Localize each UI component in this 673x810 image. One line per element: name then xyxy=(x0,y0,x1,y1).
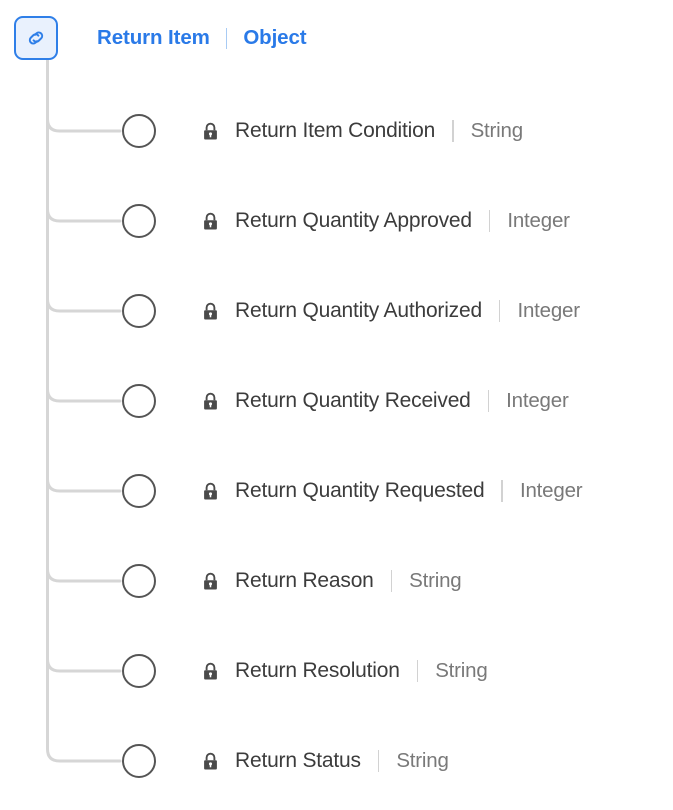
page-title[interactable]: Return Item xyxy=(97,26,210,50)
field-type: Integer xyxy=(519,479,583,502)
field-divider xyxy=(452,120,454,142)
field-label: Return Quantity Approved xyxy=(235,209,472,232)
field-divider xyxy=(488,210,491,232)
lock-icon xyxy=(202,301,219,321)
lock-icon xyxy=(202,751,219,771)
field-type: String xyxy=(409,569,462,592)
schema-tree: Return Item Object Return Item Condition… xyxy=(0,0,673,810)
root-node-header[interactable]: Return Item Object xyxy=(14,16,307,60)
field-row-body: Return Quantity Received Integer xyxy=(202,379,569,423)
field-row-body: Return Item Condition String xyxy=(202,109,523,153)
tree-branch-line xyxy=(46,567,122,583)
node-circle-icon[interactable] xyxy=(122,474,156,508)
field-divider xyxy=(390,570,393,592)
tree-branch-line xyxy=(46,747,122,763)
lock-icon xyxy=(202,481,219,501)
field-label: Return Reason xyxy=(235,569,374,592)
lock-icon xyxy=(202,121,219,141)
field-row-body: Return Resolution String xyxy=(202,649,488,693)
node-circle-icon[interactable] xyxy=(122,564,156,598)
node-circle-icon[interactable] xyxy=(122,384,156,418)
tree-branch-line xyxy=(46,477,122,493)
field-type: String xyxy=(435,659,488,682)
node-circle-icon[interactable] xyxy=(122,114,156,148)
field-row-body: Return Quantity Authorized Integer xyxy=(202,289,580,333)
field-divider xyxy=(416,660,419,682)
field-row-body: Return Status String xyxy=(202,739,449,783)
tree-branch-line xyxy=(46,117,122,133)
field-type: Integer xyxy=(506,389,569,412)
lock-icon xyxy=(202,391,219,411)
field-row-body: Return Reason String xyxy=(202,559,462,603)
node-circle-icon[interactable] xyxy=(122,744,156,778)
lock-icon xyxy=(202,571,219,591)
tree-branch-line xyxy=(46,297,122,313)
node-circle-icon[interactable] xyxy=(122,654,156,688)
header-divider xyxy=(225,27,228,49)
lock-icon xyxy=(202,661,219,681)
field-divider xyxy=(487,390,490,412)
node-circle-icon[interactable] xyxy=(122,294,156,328)
field-label: Return Quantity Received xyxy=(235,389,471,412)
field-label: Return Item Condition xyxy=(235,119,436,142)
field-label: Return Quantity Authorized xyxy=(235,299,482,322)
field-row-body: Return Quantity Approved Integer xyxy=(202,199,570,243)
field-type: String xyxy=(396,749,449,772)
field-type: String xyxy=(470,119,524,142)
tree-branch-line xyxy=(46,387,122,403)
field-divider xyxy=(501,480,503,502)
link-icon[interactable] xyxy=(14,16,58,60)
field-label: Return Quantity Requested xyxy=(235,479,485,502)
tree-branch-line xyxy=(46,207,122,223)
node-circle-icon[interactable] xyxy=(122,204,156,238)
field-type: Integer xyxy=(507,209,570,232)
root-node-kind[interactable]: Object xyxy=(243,26,306,50)
field-divider xyxy=(377,750,380,772)
tree-branch-line xyxy=(46,657,122,673)
field-divider xyxy=(498,300,501,322)
field-label: Return Resolution xyxy=(235,659,400,682)
root-node-text: Return Item Object xyxy=(97,26,307,50)
field-row-body: Return Quantity Requested Integer xyxy=(202,469,583,513)
lock-icon xyxy=(202,211,219,231)
field-type: Integer xyxy=(517,299,580,322)
field-label: Return Status xyxy=(235,749,361,772)
